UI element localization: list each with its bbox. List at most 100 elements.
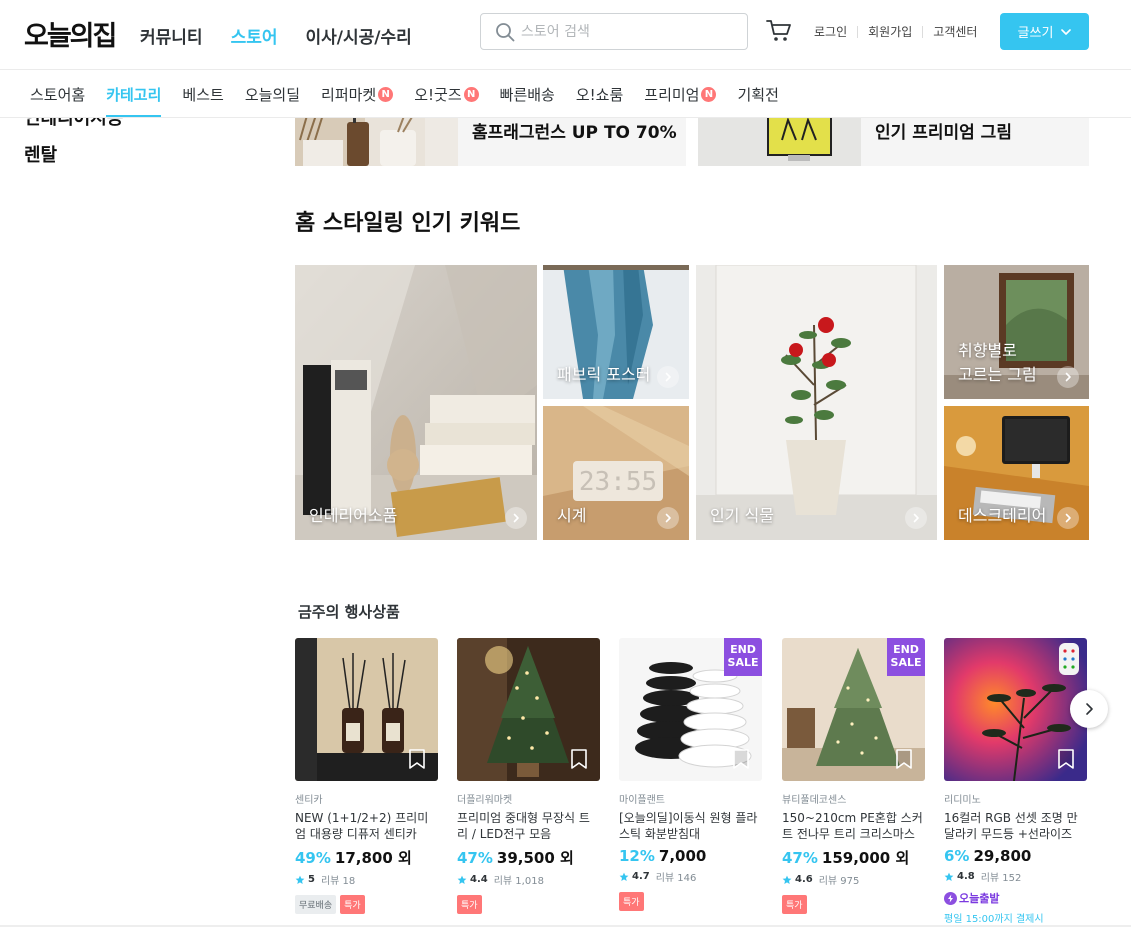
- nav-store[interactable]: 스토어: [231, 23, 278, 48]
- chevron-right-icon[interactable]: [1057, 366, 1079, 388]
- chevron-right-icon[interactable]: [657, 507, 679, 529]
- product-card[interactable]: 센티카 NEW (1+1/2+2) 프리미엄 대용량 디퓨저 센티카 500Ml…: [295, 638, 438, 914]
- banner-text: 홈프래그런스 UP TO 70%: [472, 123, 677, 143]
- banner-text: 인기 프리미엄 그림: [875, 123, 1012, 143]
- search-input[interactable]: [521, 21, 736, 43]
- product-tags: 무료배송 특가: [295, 895, 438, 914]
- nav-community[interactable]: 커뮤니티: [140, 23, 203, 48]
- product-rating: 5 리뷰 18: [295, 872, 438, 887]
- plant-image: [696, 265, 937, 540]
- product-name[interactable]: 16컬러 RGB 선셋 조명 만달라키 무드등 +선라이즈 렌...: [944, 810, 1087, 842]
- subnav-item[interactable]: 베스트: [182, 70, 223, 118]
- discount-rate: 47%: [782, 849, 818, 867]
- product-image[interactable]: END SALE: [619, 638, 762, 781]
- end-sale-line2: SALE: [727, 656, 759, 669]
- keyword-tile-fabric-poster[interactable]: 패브릭 포스터: [543, 265, 689, 399]
- write-button[interactable]: 글쓰기: [1000, 13, 1089, 50]
- star-icon: [619, 872, 629, 881]
- product-brand: 센티카: [295, 795, 323, 805]
- review-count: 리뷰 152: [980, 873, 1022, 884]
- subnav-item[interactable]: 빠른배송: [500, 70, 555, 118]
- subnav-item[interactable]: 오늘의딜: [245, 70, 300, 118]
- keyword-tile-interior-props[interactable]: 인테리어소품: [295, 265, 537, 540]
- subnav-item-label: 베스트: [182, 85, 224, 104]
- main-nav: 커뮤니티 스토어 이사/시공/수리: [140, 23, 412, 48]
- end-sale-line1: END: [893, 643, 919, 656]
- tile-label: 취향별로 고르는 그림: [958, 341, 1037, 384]
- subnav-item[interactable]: 스토어홈: [30, 70, 85, 118]
- util-links: 로그인 회원가입 고객센터: [804, 23, 987, 40]
- product-name[interactable]: [오늘의딜]이동식 원형 플라스틱 화분받침대: [619, 810, 762, 842]
- subnav-item[interactable]: 카테고리: [106, 70, 162, 118]
- chevron-right-icon[interactable]: [657, 366, 679, 388]
- subnav-item[interactable]: 리퍼마켓 N: [321, 70, 394, 118]
- bookmark-icon[interactable]: [408, 749, 426, 769]
- login-link[interactable]: 로그인: [804, 23, 857, 40]
- product-card[interactable]: END SALE 마이플랜트 [오늘의딜]이동식 원형 플라스틱 화분받침대 12…: [619, 638, 762, 911]
- keyword-tile-deskterior[interactable]: 데스크테리어: [944, 406, 1089, 540]
- bookmark-icon[interactable]: [1057, 749, 1075, 769]
- product-image[interactable]: [295, 638, 438, 781]
- price-value: 29,800: [973, 847, 1032, 865]
- subnav-item-label: 스토어홈: [30, 85, 86, 104]
- product-tags: 특가: [457, 895, 600, 914]
- product-tags: 특가: [782, 895, 925, 914]
- customer-center-link[interactable]: 고객센터: [923, 23, 987, 40]
- nav-moving-repair[interactable]: 이사/시공/수리: [305, 23, 411, 48]
- subnav-item[interactable]: 프리미엄 N: [644, 70, 717, 118]
- top-header: 오늘의집 커뮤니티 스토어 이사/시공/수리 로그인 회원가입 고객센터 글쓰기: [0, 0, 1131, 70]
- new-badge: N: [701, 86, 717, 102]
- chevron-right-icon[interactable]: [505, 507, 527, 529]
- price-value: 39,500 외: [496, 849, 574, 867]
- product-image[interactable]: [944, 638, 1087, 781]
- discount-rate: 47%: [457, 849, 493, 867]
- chevron-down-icon: [1061, 28, 1072, 35]
- product-price: 6% 29,800: [944, 847, 1087, 865]
- product-rating: 4.7 리뷰 146: [619, 869, 762, 884]
- new-badge: N: [463, 86, 479, 102]
- tile-label: 데스크테리어: [958, 506, 1047, 525]
- product-name[interactable]: 프리미엄 중대형 무장식 트리 / LED전구 모음: [457, 810, 600, 842]
- subnav-item[interactable]: 기획전: [737, 70, 778, 118]
- chevron-right-icon[interactable]: [1057, 507, 1079, 529]
- product-brand: 리디미노: [944, 795, 981, 805]
- star-icon: [457, 875, 467, 884]
- product-card[interactable]: 더플리워마켓 프리미엄 중대형 무장식 트리 / LED전구 모음 47% 39,…: [457, 638, 600, 914]
- bookmark-icon[interactable]: [570, 749, 588, 769]
- product-card[interactable]: END SALE 뷰티풀데코센스 150~210cm PE혼합 스커트 전나무 트…: [782, 638, 925, 914]
- logo[interactable]: 오늘의집: [24, 14, 117, 53]
- subnav-item[interactable]: 오!쇼룸: [576, 70, 623, 118]
- product-name[interactable]: NEW (1+1/2+2) 프리미엄 대용량 디퓨저 센티카 500Ml...: [295, 810, 438, 842]
- subnav-item-label: 프리미엄: [644, 85, 700, 104]
- sidebar-item-rental[interactable]: 렌탈: [24, 141, 57, 167]
- chevron-right-icon: [1086, 703, 1093, 715]
- product-image[interactable]: [457, 638, 600, 781]
- write-button-label: 글쓰기: [1017, 26, 1054, 41]
- product-price: 47% 159,000 외: [782, 847, 925, 868]
- end-sale-line2: SALE: [890, 656, 922, 669]
- product-price: 49% 17,800 외: [295, 847, 438, 868]
- bookmark-icon[interactable]: [895, 749, 913, 769]
- keyword-tile-plants[interactable]: 인기 식물: [696, 265, 937, 540]
- tile-label: 시계: [557, 506, 587, 525]
- product-name[interactable]: 150~210cm PE혼합 스커트 전나무 트리 크리스마스 무...: [782, 810, 925, 842]
- cart-icon[interactable]: [766, 19, 792, 43]
- carousel-next-button[interactable]: [1070, 690, 1108, 728]
- price-value: 159,000 외: [821, 849, 910, 867]
- search-box[interactable]: [480, 13, 748, 50]
- subnav-item[interactable]: 오!굿즈 N: [414, 70, 479, 118]
- product-image[interactable]: END SALE: [782, 638, 925, 781]
- rating-score: 4.6: [795, 874, 813, 885]
- chevron-right-icon[interactable]: [905, 507, 927, 529]
- tile-label: 인테리어소품: [309, 506, 398, 525]
- signup-link[interactable]: 회원가입: [858, 23, 922, 40]
- product-card[interactable]: 리디미노 16컬러 RGB 선셋 조명 만달라키 무드등 +선라이즈 렌... …: [944, 638, 1087, 925]
- bookmark-icon[interactable]: [732, 749, 750, 769]
- product-tags: 특가: [619, 892, 762, 911]
- keyword-tile-art[interactable]: 취향별로 고르는 그림: [944, 265, 1089, 399]
- today-note: 평일 15:00까지 결제시: [944, 914, 1044, 925]
- rating-score: 4.8: [957, 871, 975, 882]
- keyword-tile-clock[interactable]: 23:55 시계: [543, 406, 689, 540]
- star-icon: [295, 875, 305, 884]
- today-label: 오늘출발: [959, 892, 1000, 905]
